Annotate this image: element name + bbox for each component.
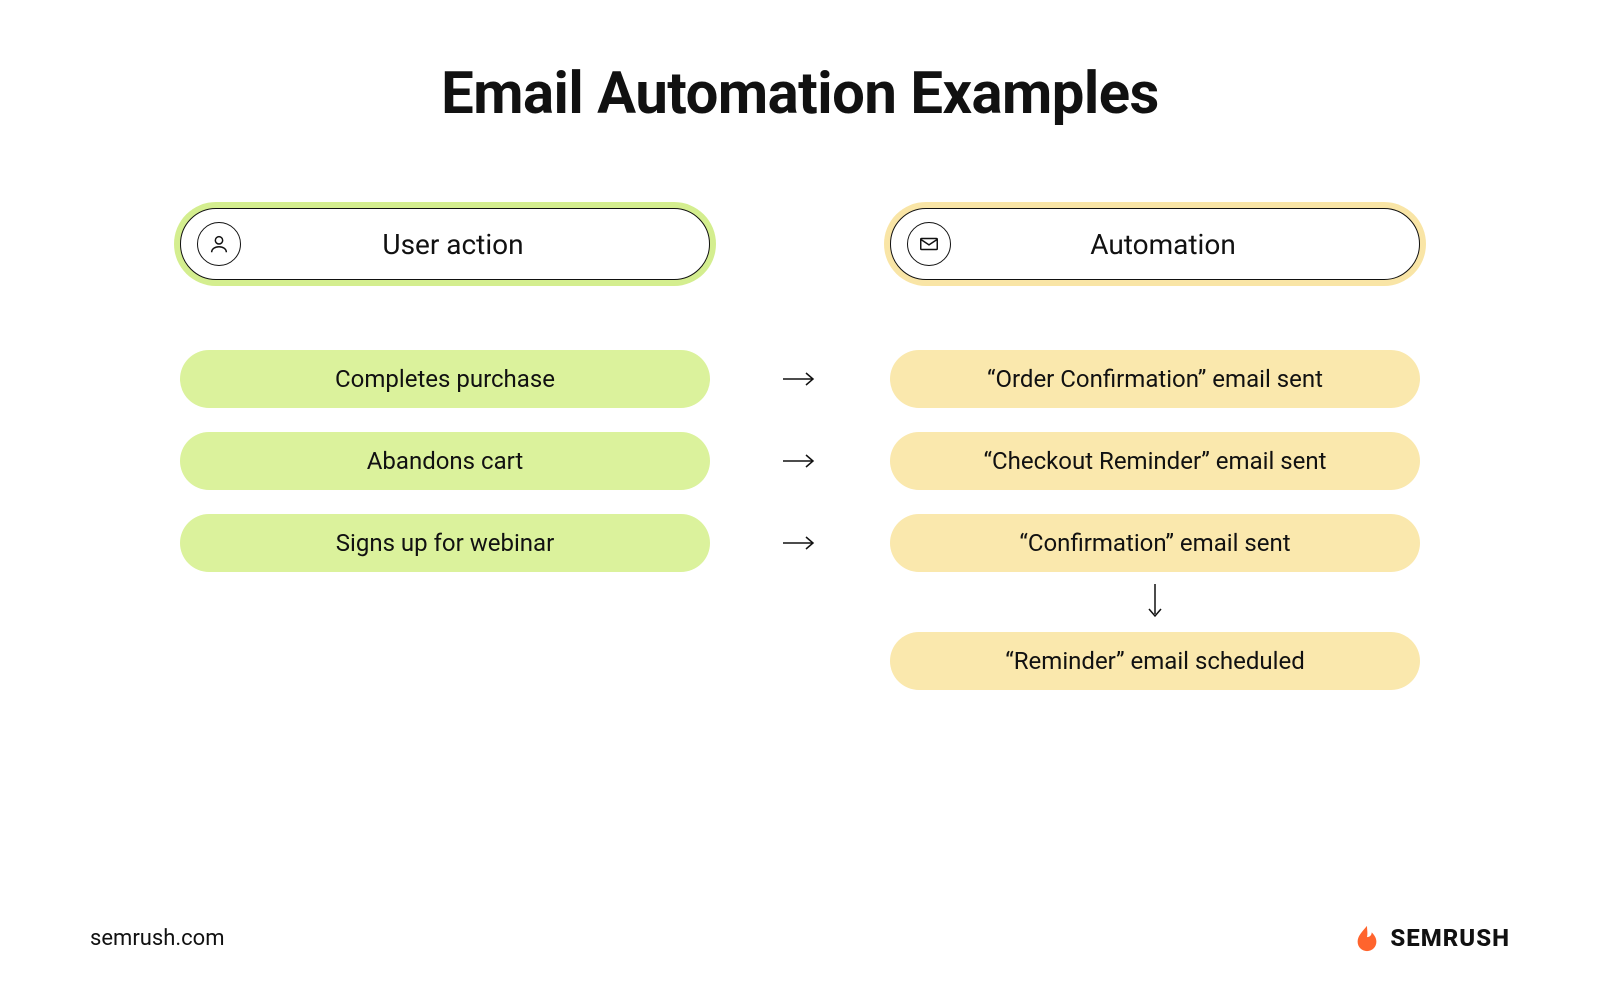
header-pill-outer: Automation — [890, 208, 1420, 280]
arrow-right-icon — [782, 514, 818, 572]
automation-column: Automation “Order Confirmation” email se… — [890, 208, 1420, 714]
columns-row: User action Completes purchase Abandons … — [120, 208, 1480, 714]
arrow-column — [770, 208, 830, 596]
diagram-title: Email Automation Examples — [120, 60, 1480, 128]
automation-label: Automation — [951, 228, 1419, 261]
footer-domain: semrush.com — [90, 926, 225, 951]
semrush-fire-icon — [1352, 923, 1382, 953]
mail-icon — [907, 222, 951, 266]
user-action-column: User action Completes purchase Abandons … — [180, 208, 710, 596]
diagram-container: Email Automation Examples User action Co… — [0, 0, 1600, 714]
user-action-label: User action — [241, 228, 709, 261]
brand-name: SEMRUSH — [1390, 924, 1510, 952]
user-action-item: Abandons cart — [180, 432, 710, 490]
brand-logo: SEMRUSH — [1352, 923, 1510, 953]
arrow-right-icon — [782, 350, 818, 408]
automation-item: “Checkout Reminder” email sent — [890, 432, 1420, 490]
automation-item: “Confirmation” email sent — [890, 514, 1420, 572]
automation-header: Automation — [890, 208, 1420, 280]
arrow-right-icon — [782, 432, 818, 490]
user-action-item: Completes purchase — [180, 350, 710, 408]
automation-item: “Order Confirmation” email sent — [890, 350, 1420, 408]
user-action-item: Signs up for webinar — [180, 514, 710, 572]
footer: semrush.com SEMRUSH — [0, 923, 1600, 953]
header-pill-outer: User action — [180, 208, 710, 280]
user-icon — [197, 222, 241, 266]
arrow-down-icon — [1148, 580, 1162, 624]
user-action-header: User action — [180, 208, 710, 280]
automation-item: “Reminder” email scheduled — [890, 632, 1420, 690]
